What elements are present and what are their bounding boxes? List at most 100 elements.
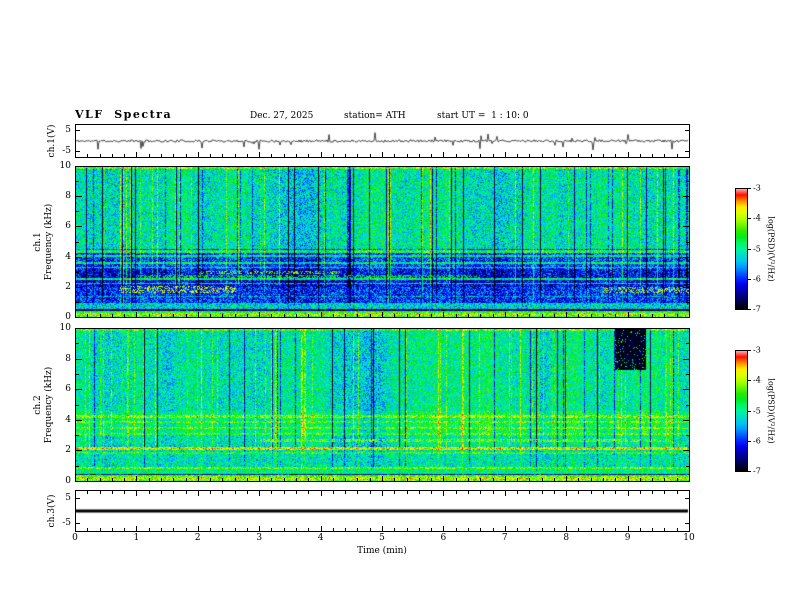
axis-tick <box>639 314 641 317</box>
axis-tick <box>467 478 469 481</box>
axis-tick <box>664 528 666 531</box>
y-tick-label: -5 <box>62 518 71 529</box>
axis-tick <box>148 528 150 531</box>
axis-tick <box>578 314 580 317</box>
axis-tick <box>185 528 187 531</box>
y-tick-label: 10 <box>59 161 71 171</box>
axis-tick <box>197 491 199 496</box>
axis-tick <box>76 497 80 499</box>
axis-tick <box>271 478 273 481</box>
axis-tick <box>173 491 175 494</box>
axis-tick <box>76 343 79 345</box>
axis-tick <box>418 314 420 317</box>
axis-tick <box>443 491 445 496</box>
axis-tick <box>406 491 408 494</box>
axis-tick <box>357 478 359 481</box>
axis-tick <box>748 188 751 189</box>
ch2-channel-label: ch.2 <box>32 395 43 415</box>
axis-tick <box>76 271 79 273</box>
axis-tick <box>492 491 494 494</box>
axis-tick <box>283 528 285 531</box>
axis-tick <box>683 286 689 288</box>
axis-tick <box>748 309 751 310</box>
axis-tick <box>308 154 310 157</box>
axis-tick <box>332 491 334 494</box>
figure-station: station= ATH <box>344 111 406 121</box>
axis-tick <box>124 491 126 494</box>
y-tick-label: 0 <box>65 312 71 322</box>
axis-tick <box>210 491 212 494</box>
axis-tick <box>185 314 187 317</box>
axis-tick <box>308 478 310 481</box>
axis-tick <box>467 491 469 494</box>
axis-tick <box>76 211 79 213</box>
axis-tick <box>296 478 298 481</box>
axis-tick <box>686 373 689 375</box>
axis-tick <box>320 526 322 531</box>
axis-tick <box>394 491 396 494</box>
axis-tick <box>683 256 689 258</box>
axis-tick <box>345 491 347 494</box>
axis-tick <box>246 491 248 494</box>
x-tick-label: 5 <box>379 533 385 543</box>
axis-tick <box>615 528 617 531</box>
axis-tick <box>541 528 543 531</box>
axis-tick <box>652 478 654 481</box>
axis-tick <box>685 130 689 132</box>
axis-tick <box>685 523 689 525</box>
axis-tick <box>197 476 199 481</box>
axis-tick <box>683 419 689 421</box>
axis-tick <box>136 152 138 157</box>
axis-tick <box>99 154 101 157</box>
axis-tick <box>76 404 79 406</box>
axis-tick <box>345 478 347 481</box>
axis-tick <box>76 150 80 152</box>
axis-tick <box>683 450 689 452</box>
axis-tick <box>748 410 751 412</box>
axis-tick <box>627 476 629 481</box>
axis-tick <box>566 152 568 157</box>
colorbar-ch2 <box>735 350 748 472</box>
axis-tick <box>271 154 273 157</box>
axis-tick <box>683 389 689 391</box>
axis-tick <box>210 528 212 531</box>
y-tick-label: 4 <box>65 251 71 262</box>
colorbar-tick-label: -7 <box>753 466 761 476</box>
axis-tick <box>148 478 150 481</box>
axis-tick <box>394 314 396 317</box>
axis-tick <box>467 154 469 157</box>
axis-tick <box>271 314 273 317</box>
ch2-spectrogram-panel <box>75 328 690 482</box>
axis-tick <box>76 181 79 183</box>
axis-tick <box>683 226 689 228</box>
axis-tick <box>296 491 298 494</box>
axis-tick <box>369 491 371 494</box>
axis-tick <box>443 152 445 157</box>
axis-tick <box>590 478 592 481</box>
axis-tick <box>124 314 126 317</box>
x-tick-label: 3 <box>256 533 263 543</box>
axis-tick <box>76 130 80 132</box>
figure-start-ut: start UT = 1 : 10: 0 <box>437 111 529 121</box>
axis-tick <box>87 154 89 157</box>
axis-tick <box>357 528 359 531</box>
axis-tick <box>480 528 482 531</box>
axis-tick <box>676 528 678 531</box>
axis-tick <box>578 154 580 157</box>
axis-tick <box>369 314 371 317</box>
axis-tick <box>541 491 543 494</box>
axis-tick <box>689 491 690 496</box>
axis-tick <box>332 154 334 157</box>
axis-tick <box>160 491 162 494</box>
axis-tick <box>504 491 506 496</box>
axis-tick <box>76 435 79 437</box>
colorbar-ch1 <box>735 188 748 310</box>
axis-tick <box>639 478 641 481</box>
axis-tick <box>664 478 666 481</box>
axis-tick <box>76 523 80 525</box>
axis-tick <box>541 154 543 157</box>
axis-tick <box>566 312 568 317</box>
axis-tick <box>76 373 79 375</box>
axis-tick <box>332 478 334 481</box>
freq-axis-label: Frequency (kHz) <box>44 203 54 281</box>
